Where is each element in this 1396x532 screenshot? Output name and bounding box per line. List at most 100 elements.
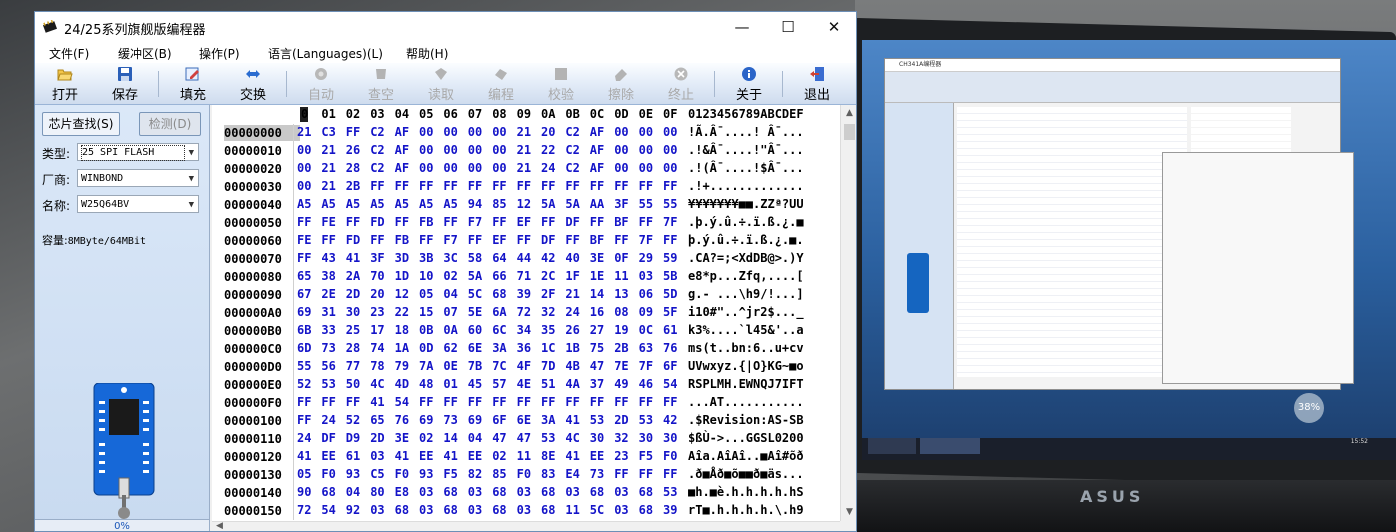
hex-byte[interactable]: 03 bbox=[517, 485, 531, 499]
blank-check-button[interactable]: 查空 bbox=[351, 63, 411, 104]
hex-byte[interactable]: 6B bbox=[297, 323, 311, 337]
hex-byte[interactable]: AF bbox=[395, 143, 409, 157]
hex-byte[interactable]: 00 bbox=[443, 143, 457, 157]
hex-byte[interactable]: 65 bbox=[370, 413, 384, 427]
row-ascii-text[interactable]: .ð■Åð■õ■■ð■äs... bbox=[688, 467, 804, 481]
hex-byte[interactable]: 76 bbox=[395, 413, 409, 427]
hex-byte[interactable]: 03 bbox=[468, 503, 482, 517]
hex-byte[interactable]: 5E bbox=[468, 305, 482, 319]
hex-byte[interactable]: 11 bbox=[517, 449, 531, 463]
hex-byte[interactable]: 03 bbox=[565, 485, 579, 499]
hex-byte[interactable]: 41 bbox=[297, 449, 311, 463]
hex-byte[interactable]: 1D bbox=[395, 269, 409, 283]
hex-byte[interactable]: 08 bbox=[614, 305, 628, 319]
hex-byte[interactable]: FB bbox=[419, 215, 433, 229]
hex-byte[interactable]: 3F bbox=[370, 251, 384, 265]
hex-byte[interactable]: FF bbox=[346, 395, 360, 409]
hex-byte[interactable]: 00 bbox=[663, 161, 677, 175]
hex-byte[interactable]: 3A bbox=[492, 341, 506, 355]
hex-byte[interactable]: 00 bbox=[297, 143, 311, 157]
hex-byte[interactable]: 83 bbox=[541, 467, 555, 481]
hex-byte[interactable]: 2F bbox=[541, 287, 555, 301]
chip-search-button[interactable]: 芯片查找(S) bbox=[42, 112, 120, 136]
hex-byte[interactable]: 53 bbox=[321, 377, 335, 391]
scroll-down-arrow-icon[interactable]: ▼ bbox=[841, 504, 856, 521]
fill-button[interactable]: 填充 bbox=[163, 63, 223, 104]
hex-byte[interactable]: FF bbox=[468, 395, 482, 409]
hex-byte[interactable]: 38 bbox=[321, 269, 335, 283]
title-bar[interactable]: 24/25系列旗舰版编程器 — ☐ ✕ bbox=[35, 12, 856, 43]
hex-byte[interactable]: 03 bbox=[370, 503, 384, 517]
hex-byte[interactable]: 85 bbox=[492, 467, 506, 481]
hex-row[interactable]: 000000B0 6B 33 25 17 18 0B 0A 60 6C 34 35 26 27 19 0C 61… bbox=[212, 322, 840, 340]
hex-byte[interactable]: FF bbox=[419, 179, 433, 193]
hex-byte[interactable]: 1E bbox=[590, 269, 604, 283]
row-ascii-text[interactable]: .CA?=;<XdDB@>.)Y bbox=[688, 251, 804, 265]
hex-byte[interactable]: EE bbox=[321, 449, 335, 463]
hex-byte[interactable]: FF bbox=[639, 395, 653, 409]
hex-byte[interactable]: 4A bbox=[565, 377, 579, 391]
hex-byte[interactable]: 5C bbox=[590, 503, 604, 517]
hex-byte[interactable]: FF bbox=[346, 125, 360, 139]
hex-byte[interactable]: 77 bbox=[346, 359, 360, 373]
hex-byte[interactable]: F0 bbox=[395, 467, 409, 481]
hex-byte[interactable]: 33 bbox=[321, 323, 335, 337]
hex-byte[interactable]: 47 bbox=[517, 431, 531, 445]
hex-byte[interactable]: AA bbox=[590, 197, 604, 211]
hex-byte[interactable]: 32 bbox=[614, 431, 628, 445]
hex-byte[interactable]: 68 bbox=[639, 485, 653, 499]
row-ascii-text[interactable]: ¥¥¥¥¥¥¥■■.ZZª?UU bbox=[688, 197, 804, 211]
hex-byte[interactable]: 00 bbox=[639, 161, 653, 175]
hex-byte[interactable]: 4E bbox=[517, 377, 531, 391]
hex-byte[interactable]: 8E bbox=[541, 449, 555, 463]
hex-row[interactable]: 00000070 FF 43 41 3F 3D 3B 3C 58 64 44 42 40 3E 0F 29 59… bbox=[212, 250, 840, 268]
hex-byte[interactable]: AF bbox=[590, 143, 604, 157]
hex-byte[interactable]: FF bbox=[614, 395, 628, 409]
hex-byte[interactable]: 3A bbox=[541, 413, 555, 427]
name-select[interactable]: W25Q64BV ▼ bbox=[77, 195, 199, 213]
hex-byte[interactable]: 0B bbox=[419, 323, 433, 337]
hex-row[interactable]: 00000050 FF FE FF FD FF FB FF F7 FF EF FF DF FF BF FF 7F… bbox=[212, 214, 840, 232]
row-ascii-text[interactable]: .!(Â¯....!$Â¯... bbox=[688, 161, 804, 175]
hex-byte[interactable]: 53 bbox=[663, 485, 677, 499]
hex-byte[interactable]: FF bbox=[639, 215, 653, 229]
hex-byte[interactable]: 2D bbox=[614, 413, 628, 427]
hex-byte[interactable]: FF bbox=[395, 215, 409, 229]
verify-button[interactable]: 校验 bbox=[531, 63, 591, 104]
hex-byte[interactable]: 24 bbox=[565, 305, 579, 319]
hex-row[interactable]: 00000000 21 C3 FF C2 AF 00 00 00 00 21 20 C2 AF 00 00 00… bbox=[212, 124, 840, 142]
hex-byte[interactable]: 53 bbox=[541, 431, 555, 445]
hex-byte[interactable]: 41 bbox=[370, 395, 384, 409]
hex-byte[interactable]: FF bbox=[395, 179, 409, 193]
hex-byte[interactable]: FF bbox=[517, 233, 531, 247]
hex-row[interactable]: 00000040 A5 A5 A5 A5 A5 A5 A5 94 85 12 5A 5A AA 3F 55 55… bbox=[212, 196, 840, 214]
hex-byte[interactable]: 23 bbox=[614, 449, 628, 463]
hex-byte[interactable]: 06 bbox=[639, 287, 653, 301]
hex-byte[interactable]: 00 bbox=[297, 161, 311, 175]
detect-button[interactable]: 检测(D) bbox=[139, 112, 201, 136]
hex-byte[interactable]: 53 bbox=[639, 413, 653, 427]
program-button[interactable]: 编程 bbox=[471, 63, 531, 104]
row-ascii-text[interactable]: .$Revision:AS-SB bbox=[688, 413, 804, 427]
hex-byte[interactable]: 27 bbox=[590, 323, 604, 337]
hex-byte[interactable]: 41 bbox=[395, 449, 409, 463]
hex-byte[interactable]: 39 bbox=[517, 287, 531, 301]
hex-byte[interactable]: 93 bbox=[346, 467, 360, 481]
row-ascii-text[interactable]: i10#"..^jr2$..._ bbox=[688, 305, 804, 319]
hex-byte[interactable]: 20 bbox=[541, 125, 555, 139]
hex-byte[interactable]: 6F bbox=[492, 413, 506, 427]
row-ascii-text[interactable]: g.- ...\h9/!...] bbox=[688, 287, 804, 301]
save-button[interactable]: 保存 bbox=[95, 63, 155, 104]
hex-byte[interactable]: FF bbox=[663, 467, 677, 481]
hex-byte[interactable]: BF bbox=[614, 215, 628, 229]
hex-byte[interactable]: 00 bbox=[419, 125, 433, 139]
vertical-scrollbar[interactable]: ▲ ▼ bbox=[840, 105, 856, 521]
row-ascii-text[interactable]: ms(t..bn:6..u+cv bbox=[688, 341, 804, 355]
read-button[interactable]: 读取 bbox=[411, 63, 471, 104]
hex-byte[interactable]: EE bbox=[590, 449, 604, 463]
hex-byte[interactable]: 7A bbox=[419, 359, 433, 373]
hex-byte[interactable]: 15 bbox=[419, 305, 433, 319]
hex-byte[interactable]: 13 bbox=[614, 287, 628, 301]
hex-byte[interactable]: EE bbox=[419, 449, 433, 463]
hex-byte[interactable]: F0 bbox=[663, 449, 677, 463]
